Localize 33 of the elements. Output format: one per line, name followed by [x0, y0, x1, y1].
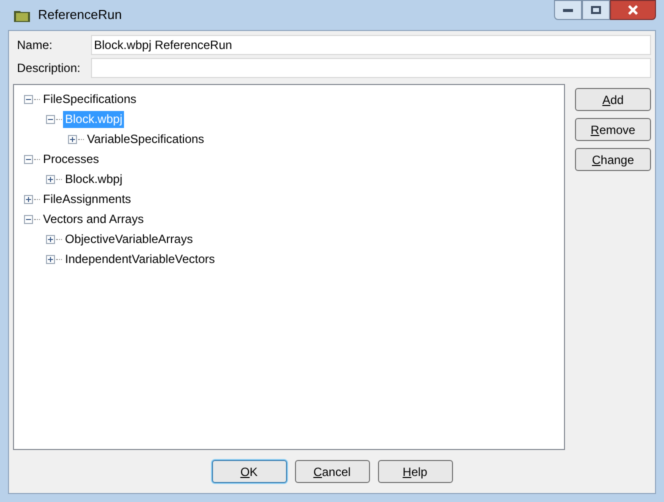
collapse-icon[interactable] [24, 214, 33, 224]
tree-item[interactable]: Block.wbpj [63, 170, 124, 188]
description-field[interactable] [91, 58, 651, 78]
dialog-button[interactable]: Help [378, 460, 452, 483]
expand-icon[interactable] [46, 174, 55, 184]
collapse-icon[interactable] [46, 114, 55, 124]
tree-item[interactable]: Processes [41, 150, 102, 168]
name-field[interactable]: Block.wbpj ReferenceRun [91, 35, 651, 55]
expand-icon[interactable] [46, 234, 55, 244]
expand-icon[interactable] [46, 254, 55, 264]
maximize-button[interactable] [582, 0, 610, 20]
window-title: ReferenceRun [38, 6, 122, 24]
side-button[interactable]: Add [575, 88, 651, 111]
tree-item[interactable]: FileAssignments [41, 190, 134, 208]
tree-item[interactable]: IndependentVariableVectors [63, 250, 217, 268]
tree-item[interactable]: Vectors and Arrays [41, 210, 146, 228]
description-label: Description: [16, 60, 82, 77]
tree-item[interactable]: ObjectiveVariableArrays [63, 230, 195, 248]
close-button[interactable] [610, 0, 656, 20]
tree-item[interactable]: VariableSpecifications [85, 130, 206, 148]
close-icon [628, 5, 638, 15]
side-button[interactable]: Remove [575, 118, 651, 141]
tree-item[interactable]: FileSpecifications [41, 90, 138, 108]
dialog-button[interactable]: Cancel [294, 460, 370, 483]
folder-icon [14, 8, 30, 22]
side-button[interactable]: Change [575, 148, 651, 171]
name-label: Name: [16, 37, 54, 54]
minimize-button[interactable] [554, 0, 582, 20]
expand-icon[interactable] [24, 194, 33, 204]
dialog-button[interactable]: OK [212, 460, 286, 483]
collapse-icon[interactable] [24, 94, 33, 104]
expand-icon[interactable] [68, 134, 77, 144]
collapse-icon[interactable] [24, 154, 33, 164]
